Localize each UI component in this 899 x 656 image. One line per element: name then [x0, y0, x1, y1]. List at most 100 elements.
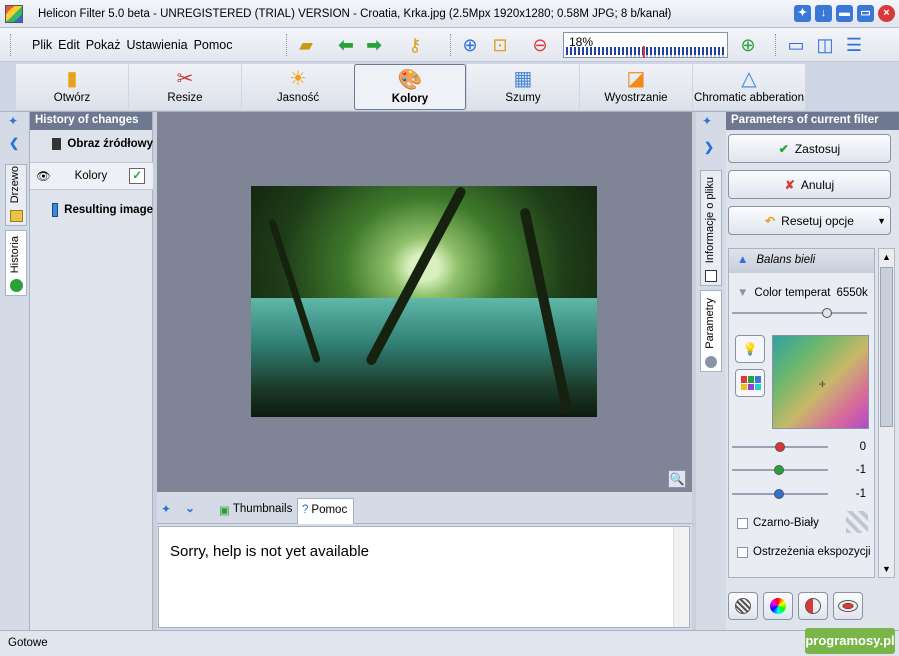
exposure-checkbox[interactable] [737, 546, 748, 558]
tab-tree-label: Drzewo [9, 165, 21, 203]
tab-parameters[interactable]: Parametry [700, 290, 722, 372]
split-view-icon[interactable]: ◫ [813, 33, 837, 57]
swatches-icon[interactable] [735, 369, 765, 397]
color-wheel-button[interactable] [763, 592, 793, 620]
tab-label: Wyostrzanie [604, 92, 668, 104]
toolbar-grip[interactable] [775, 34, 778, 56]
tab-sharpen[interactable]: ◪ Wyostrzanie [580, 64, 692, 110]
apply-button[interactable]: ✔ Zastosuj [728, 134, 891, 163]
tab-brightness[interactable]: ☀ Jasność [242, 64, 354, 110]
parameters-scrollbar[interactable]: ▲ ▼ [878, 248, 895, 578]
tab-file-info[interactable]: Informacje o pliku [700, 170, 722, 286]
red-eye-icon [838, 600, 858, 612]
reset-button[interactable]: ↶ Resetuj opcje ▼ [728, 206, 891, 235]
zoom-slider[interactable]: 18% [563, 32, 728, 58]
bottom-panel: ✦ ⌄ ▣ Thumbnails ? Pomoc Sorry, help is … [157, 496, 692, 630]
tab-file-info-label: Informacje o pliku [704, 176, 716, 263]
zoom-out-icon[interactable]: ⊖ [528, 33, 552, 57]
tab-colors[interactable]: 🎨 Kolory [354, 64, 466, 110]
app-icon [5, 5, 23, 23]
preview-mask-button[interactable] [728, 592, 758, 620]
bw-label: Czarno-Biały [753, 517, 819, 529]
collapse-up-icon[interactable]: ▲ [737, 254, 748, 268]
parameters-title: Parameters of current filter [726, 112, 899, 130]
picker-crosshair-icon[interactable]: ✛ [819, 380, 826, 389]
slider-knob-blue[interactable] [774, 489, 785, 499]
tab-help[interactable]: ? Pomoc [297, 498, 355, 524]
history-item-source[interactable]: Obraz źródłowy [30, 130, 153, 158]
pin-icon[interactable]: ✦ [161, 502, 171, 516]
keys-icon[interactable]: ⚷ [403, 33, 427, 57]
color-picker-field[interactable]: ✛ [772, 335, 869, 429]
pin-icon[interactable]: ✦ [794, 5, 811, 22]
menu-settings[interactable]: Ustawienia [126, 38, 187, 52]
menu-file[interactable]: Plik [32, 38, 52, 52]
menu-help[interactable]: Pomoc [194, 38, 233, 52]
undo-icon: ↶ [765, 213, 776, 228]
tab-noise[interactable]: ▦ Szumy [467, 64, 579, 110]
zoom-actual-icon[interactable]: ⊕ [458, 33, 482, 57]
fit-to-window-icon[interactable]: ⊡ [488, 33, 512, 57]
tab-open[interactable]: ▮ Otwórz [16, 64, 128, 110]
red-slider[interactable] [732, 442, 828, 452]
exposure-checkbox-row[interactable]: Ostrzeżenia ekspozycji [737, 546, 871, 558]
menu-view[interactable]: Pokaż [86, 38, 121, 52]
menu-edit[interactable]: Edit [58, 38, 80, 52]
slider-knob-green[interactable] [774, 465, 785, 475]
history-item-result[interactable]: Resulting image [30, 196, 153, 224]
tab-resize[interactable]: ✂ Resize [129, 64, 241, 110]
sun-icon: ☀ [289, 67, 307, 90]
dropdown-arrow-icon[interactable]: ▼ [877, 216, 886, 226]
zoom-marker[interactable] [642, 46, 645, 58]
gear-icon [705, 356, 717, 368]
image-viewport[interactable]: 🔍 [157, 112, 692, 492]
chevron-down-icon[interactable]: ⌄ [185, 501, 195, 515]
scroll-thumb[interactable] [880, 267, 893, 427]
restore-button[interactable]: ▭ [857, 5, 874, 22]
collapse-right-icon[interactable]: ❯ [704, 140, 714, 154]
toolbar-grip[interactable] [450, 34, 453, 56]
slider-knob-red[interactable] [775, 442, 785, 452]
pin-icon[interactable]: ✦ [702, 114, 712, 128]
minimize-button[interactable]: ▬ [836, 5, 853, 22]
back-arrow-icon[interactable]: ⬅ [334, 33, 358, 57]
history-item-colors[interactable]: 👁 Kolory ✓ [30, 162, 153, 190]
download-icon[interactable]: ↓ [815, 5, 832, 22]
cancel-button[interactable]: ✘ Anuluj [728, 170, 891, 199]
scroll-up-icon[interactable]: ▲ [879, 249, 894, 265]
scroll-down-icon[interactable]: ▼ [879, 561, 894, 577]
toolbar-grip[interactable] [10, 34, 13, 56]
open-folder-icon[interactable]: ▰ [294, 33, 318, 57]
toolbar-grip[interactable] [286, 34, 289, 56]
forward-arrow-icon[interactable]: ➡ [362, 33, 386, 57]
zoom-in-icon[interactable]: ⊕ [736, 33, 760, 57]
collapse-left-icon[interactable]: ❮ [9, 136, 19, 150]
expand-down-icon[interactable]: ▼ [737, 287, 748, 299]
red-eye-button[interactable] [833, 592, 863, 620]
tab-chromatic[interactable]: △ Chromatic abberation [693, 64, 805, 110]
green-slider[interactable] [732, 465, 828, 475]
contrast-button[interactable] [798, 592, 828, 620]
bulb-icon[interactable]: 💡 [735, 335, 765, 363]
menu-bar: Plik Edit Pokaż Ustawienia Pomoc [32, 38, 233, 52]
help-scrollbar[interactable] [673, 527, 689, 627]
bw-checkbox-row[interactable]: Czarno-Biały [737, 517, 819, 529]
group-header[interactable]: ▲ Balans bieli [729, 249, 874, 273]
tab-tree[interactable]: Drzewo [5, 164, 27, 226]
color-temp-slider[interactable] [732, 308, 867, 318]
eye-icon[interactable]: 👁 [36, 169, 51, 183]
checkmark-icon[interactable]: ✓ [129, 168, 146, 184]
slider-knob[interactable] [822, 308, 832, 318]
tab-history[interactable]: Historia [5, 230, 27, 296]
blue-slider[interactable] [732, 489, 828, 499]
tab-thumbnails[interactable]: ▣ Thumbnails [215, 498, 298, 524]
single-view-icon[interactable]: ▭ [784, 33, 808, 57]
magnifier-icon[interactable]: 🔍 [668, 470, 686, 488]
pin-icon[interactable]: ✦ [8, 114, 18, 128]
color-temp-label: Color temperat [754, 287, 831, 299]
right-side-tabs: ✦ ❯ Informacje o pliku Parametry [696, 112, 726, 630]
toolbar: Plik Edit Pokaż Ustawienia Pomoc ▰ ⬅ ➡ ⚷… [0, 28, 899, 62]
stacked-view-icon[interactable]: ☰ [842, 33, 866, 57]
bw-checkbox[interactable] [737, 517, 748, 529]
close-button[interactable]: × [878, 5, 895, 22]
